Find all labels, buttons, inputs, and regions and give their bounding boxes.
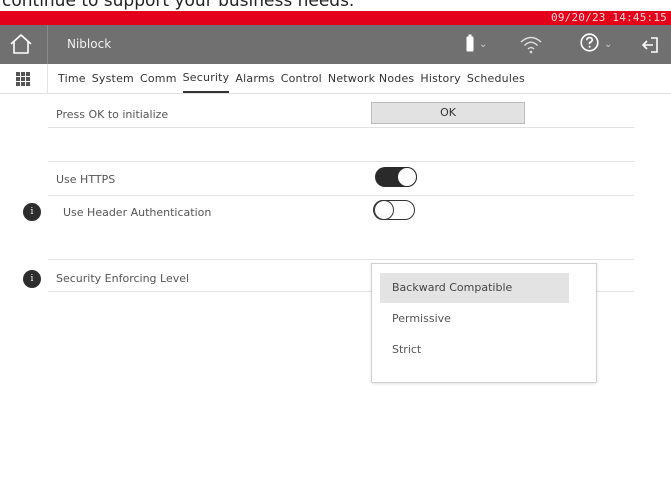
option-permissive[interactable]: Permissive [380,304,569,334]
help-icon [580,33,599,56]
header-auth-toggle[interactable] [373,200,415,220]
device-title: Niblock [67,37,112,51]
tab-network-nodes[interactable]: Network Nodes [328,64,414,94]
tab-system[interactable]: System [92,64,134,94]
https-label: Use HTTPS [56,173,116,186]
option-backward-compatible[interactable]: Backward Compatible [380,273,569,303]
header-auth-row [48,226,634,260]
caption-text: continue to support your business needs. [2,0,355,11]
enforcing-label: Security Enforcing Level [56,272,190,285]
option-strict[interactable]: Strict [380,335,569,365]
tab-history[interactable]: History [420,64,461,94]
cropped-caption: continue to support your business needs. [0,0,671,11]
wifi-icon[interactable] [520,25,542,64]
datetime-readout: 09/20/23 14:45:15 [551,11,667,24]
tab-bar: Time System Comm Security Alarms Control… [0,64,671,94]
enforcing-level-dropdown: Backward Compatible Permissive Strict [371,263,597,383]
info-icon[interactable]: i [23,270,41,288]
tab-schedules[interactable]: Schedules [467,64,525,94]
tab-security[interactable]: Security [182,64,230,93]
header-auth-label: Use Header Authentication [63,206,212,219]
header-bar: Niblock ⌄ ⌄ [0,25,671,64]
apps-grid-icon[interactable] [16,72,30,86]
toggle-knob [397,167,417,187]
status-bar: 09/20/23 14:45:15 [0,11,671,25]
battery-menu[interactable]: ⌄ [466,25,487,64]
https-toggle[interactable] [375,167,417,187]
tab-divider [47,64,48,94]
settings-tabs: Time System Comm Security Alarms Control… [58,64,531,94]
tab-alarms[interactable]: Alarms [235,64,274,94]
help-menu[interactable]: ⌄ [580,25,612,64]
chevron-down-icon: ⌄ [479,39,488,50]
ok-button[interactable]: OK [371,102,525,124]
https-row [48,162,634,196]
battery-icon [466,34,474,56]
spacer-row [48,128,634,162]
tab-comm[interactable]: Comm [140,64,177,94]
initialize-label: Press OK to initialize [56,108,169,121]
home-icon[interactable] [9,33,33,55]
logout-icon[interactable] [641,25,659,64]
chevron-down-icon: ⌄ [604,39,613,50]
info-icon[interactable]: i [23,203,41,221]
header-divider [47,25,48,64]
tab-time[interactable]: Time [58,64,86,94]
tab-control[interactable]: Control [281,64,322,94]
toggle-knob [374,200,394,220]
